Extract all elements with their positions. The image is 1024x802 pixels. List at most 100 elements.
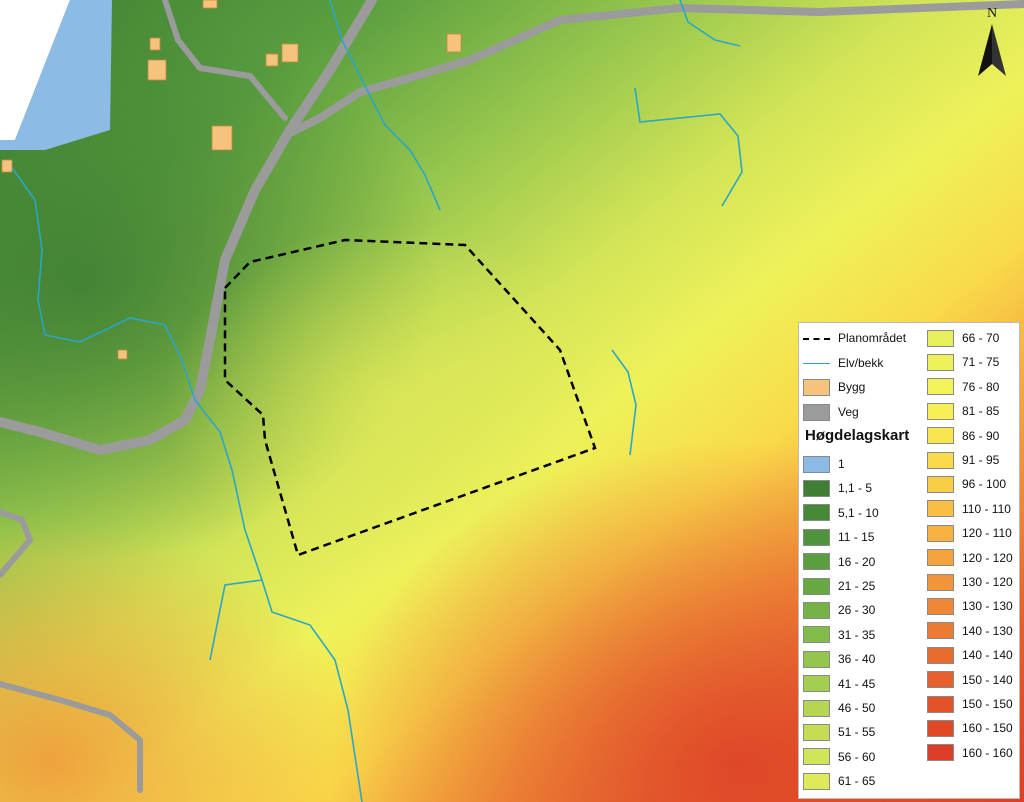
legend-class-item: 61 - 65 (803, 772, 875, 790)
road-swatch (803, 403, 830, 421)
legend-class-item: 120 - 120 (927, 549, 1013, 567)
color-swatch (927, 353, 954, 371)
legend-item-plan: Planområdet (803, 329, 906, 347)
color-swatch (927, 549, 954, 567)
color-swatch (803, 650, 830, 668)
legend-class-label: 130 - 120 (962, 575, 1013, 589)
legend-class-item: 41 - 45 (803, 675, 875, 693)
legend-class-label: 81 - 85 (962, 404, 1000, 419)
color-swatch (927, 475, 954, 493)
legend-class-label: 36 - 40 (838, 652, 876, 667)
elevation-map: N Planområdet Elv/bekk Bygg Veg Høgdelag… (0, 0, 1024, 802)
color-swatch (927, 719, 954, 737)
legend-class-label: 31 - 35 (838, 627, 876, 642)
color-swatch (927, 597, 954, 615)
color-swatch (803, 479, 830, 497)
legend-class-label: 160 - 160 (962, 745, 1013, 760)
legend-class-item: 140 - 130 (927, 622, 1013, 640)
north-arrow: N (972, 6, 1012, 76)
legend-class-item: 91 - 95 (927, 451, 999, 469)
legend-class-label: 41 - 45 (838, 676, 876, 691)
legend-label: Elv/bekk (838, 356, 884, 370)
building-swatch (803, 378, 830, 396)
legend-class-label: 86 - 90 (962, 428, 1000, 443)
color-swatch (927, 646, 954, 664)
building (202, 0, 218, 9)
legend-class-label: 96 - 100 (962, 477, 1007, 492)
color-swatch (803, 504, 830, 522)
color-swatch (927, 695, 954, 713)
legend-class-label: 71 - 75 (962, 355, 1000, 370)
legend-label: Veg (838, 405, 859, 419)
legend-class-item: 26 - 30 (803, 601, 875, 619)
color-swatch (927, 402, 954, 420)
legend-class-item: 130 - 130 (927, 597, 1013, 615)
legend-class-label: 21 - 25 (838, 579, 876, 593)
legend-class-item: 160 - 150 (927, 719, 1013, 737)
legend-class-item: 160 - 160 (927, 744, 1013, 762)
color-swatch (927, 524, 954, 542)
building (281, 43, 299, 63)
legend-class-label: 120 - 120 (962, 550, 1013, 565)
legend-class-item: 36 - 40 (803, 650, 875, 668)
legend-class-item: 76 - 80 (927, 378, 999, 396)
map-legend: Planområdet Elv/bekk Bygg Veg Høgdelagsk… (798, 322, 1020, 799)
dashed-line-icon (803, 330, 830, 347)
legend-class-item: 66 - 70 (927, 329, 999, 347)
legend-class-item: 120 - 110 (927, 524, 1012, 542)
legend-class-item: 46 - 50 (803, 699, 875, 717)
legend-class-label: 91 - 95 (962, 453, 1000, 467)
legend-item-building: Bygg (803, 378, 865, 396)
legend-class-item: 81 - 85 (927, 402, 999, 420)
legend-class-label: 56 - 60 (838, 749, 876, 764)
legend-class-item: 96 - 100 (927, 475, 1006, 493)
color-swatch (803, 553, 830, 571)
legend-class-item: 51 - 55 (803, 723, 875, 741)
color-swatch (803, 675, 830, 693)
color-swatch (927, 671, 954, 689)
color-swatch (927, 573, 954, 591)
legend-class-item: 31 - 35 (803, 626, 875, 644)
legend-class-item: 56 - 60 (803, 748, 875, 766)
legend-class-item: 5,1 - 10 (803, 504, 879, 522)
legend-title: Høgdelagskart (805, 427, 910, 444)
color-swatch (927, 622, 954, 640)
legend-class-label: 26 - 30 (838, 603, 876, 618)
legend-class-item: 86 - 90 (927, 427, 999, 445)
legend-class-label: 1,1 - 5 (838, 481, 873, 496)
building (265, 53, 279, 67)
color-swatch (927, 378, 954, 396)
legend-class-item: 150 - 140 (927, 671, 1013, 689)
legend-class-label: 140 - 130 (962, 623, 1013, 638)
color-swatch (803, 528, 830, 546)
color-swatch (803, 455, 830, 473)
color-swatch (803, 601, 830, 619)
legend-class-item: 110 - 110 (927, 500, 1011, 518)
legend-class-item: 150 - 150 (927, 695, 1013, 713)
legend-class-label: 61 - 65 (838, 774, 876, 789)
legend-class-label: 1 (838, 457, 845, 471)
north-arrow-icon (978, 24, 1006, 76)
legend-label: Planområdet (838, 331, 907, 345)
legend-class-item: 140 - 140 (927, 646, 1013, 664)
legend-class-label: 120 - 110 (962, 526, 1012, 541)
legend-class-item: 21 - 25 (803, 577, 875, 595)
legend-class-label: 150 - 140 (962, 672, 1013, 687)
legend-class-label: 160 - 150 (962, 721, 1013, 736)
color-swatch (803, 723, 830, 741)
legend-class-item: 71 - 75 (927, 353, 999, 371)
color-swatch (927, 451, 954, 469)
legend-class-label: 140 - 140 (962, 648, 1013, 663)
legend-item-stream: Elv/bekk (803, 354, 883, 372)
color-swatch (927, 329, 954, 347)
building (147, 59, 167, 81)
color-swatch (803, 699, 830, 717)
legend-class-label: 11 - 15 (838, 530, 875, 545)
legend-class-label: 51 - 55 (838, 725, 876, 740)
legend-class-item: 16 - 20 (803, 553, 875, 571)
building (149, 37, 161, 51)
color-swatch (927, 500, 954, 518)
color-swatch (927, 744, 954, 762)
legend-class-item: 1,1 - 5 (803, 479, 872, 497)
legend-class-item: 11 - 15 (803, 528, 874, 546)
